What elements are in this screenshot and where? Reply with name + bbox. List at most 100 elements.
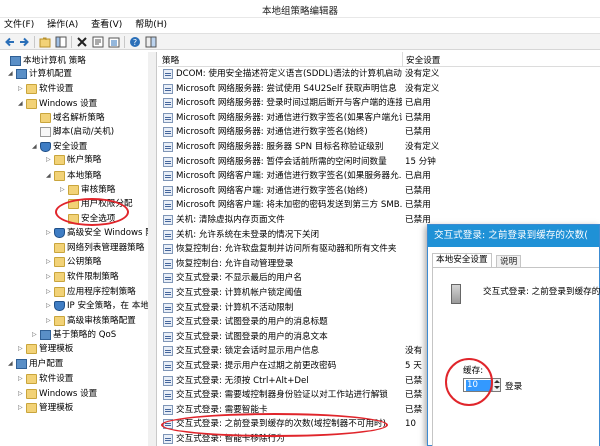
tree-item-label: 公钥策略 <box>67 257 102 267</box>
policy-row[interactable]: DCOM: 使用安全描述符定义语言(SDDL)语法的计算机启动... 没有定义 <box>158 67 600 82</box>
tree-toggle-icon[interactable]: ▷ <box>18 401 26 415</box>
tree-item[interactable]: ◢ 计算机配置 <box>8 67 72 81</box>
policy-row[interactable]: Microsoft 网络服务器: 服务器 SPN 目标名称验证级别 没有定义 <box>158 140 600 155</box>
cache-count-stepper[interactable]: 10 <box>463 378 501 392</box>
menu-view[interactable]: 查看(V) <box>87 18 128 32</box>
computer-icon <box>10 56 21 66</box>
tree-item[interactable]: ◢ 安全设置 <box>32 140 87 154</box>
tree-item[interactable]: ▷ 基于策略的 QoS <box>32 328 116 342</box>
tree-toggle-icon[interactable]: ◢ <box>8 67 16 81</box>
policy-row[interactable]: Microsoft 网络客户端: 将未加密的密码发送到第三方 SMB... 已禁用 <box>158 198 600 213</box>
tree-item[interactable]: ▷ 管理模板 <box>18 401 73 415</box>
tab-local-security-setting[interactable]: 本地安全设置 <box>432 253 492 267</box>
menu-action[interactable]: 操作(A) <box>43 18 84 32</box>
policy-name: Microsoft 网络服务器: 服务器 SPN 目标名称验证级别 <box>176 142 384 152</box>
tree-item[interactable]: 脚本(启动/关机) <box>32 125 114 139</box>
policy-setting-icon <box>163 404 173 415</box>
policy-name: 交互式登录: 无须按 Ctrl+Alt+Del <box>176 375 309 386</box>
tree-toggle-icon[interactable]: ◢ <box>8 357 16 371</box>
folder-icon <box>26 389 37 399</box>
folder-icon <box>40 113 51 123</box>
tree-item[interactable]: ▷ IP 安全策略，在 本地计 <box>46 299 157 313</box>
policy-setting-value: 已禁用 <box>405 200 431 211</box>
tree-item[interactable]: ▷ 公钥策略 <box>46 255 101 269</box>
tree-toggle-icon[interactable]: ▷ <box>18 342 26 356</box>
cache-count-value[interactable]: 10 <box>466 380 494 391</box>
forward-arrow-icon[interactable] <box>18 36 30 48</box>
tree-item[interactable]: ▷ 高级安全 Windows 防 <box>46 226 154 240</box>
policy-setting-icon <box>163 171 173 182</box>
tree-item-label: 高级安全 Windows 防 <box>67 228 154 238</box>
console-pane-icon[interactable] <box>145 36 157 48</box>
policy-setting-icon <box>163 200 173 211</box>
tree-toggle-icon[interactable]: ▷ <box>46 153 54 167</box>
tree-toggle-icon[interactable]: ▷ <box>18 82 26 96</box>
server-icon <box>451 284 461 304</box>
help-icon[interactable]: ? <box>129 36 141 48</box>
tree-item[interactable]: 用户权限分配 <box>60 197 133 211</box>
properties-icon[interactable] <box>92 36 104 48</box>
tree-toggle-icon[interactable]: ◢ <box>18 97 26 111</box>
tree-item[interactable]: ▷ 高级审核策略配置 <box>46 314 136 328</box>
tree-toggle-icon[interactable]: ◢ <box>46 169 54 183</box>
policy-row[interactable]: Microsoft 网络客户端: 对通信进行数字签名(如果服务器允... 已启用 <box>158 169 600 184</box>
tree-item[interactable]: ◢ 本地策略 <box>46 169 101 183</box>
policy-setting-icon <box>163 258 173 269</box>
tree-item[interactable]: ▷ 帐户策略 <box>46 153 101 167</box>
tree-item[interactable]: ◢ Windows 设置 <box>18 97 97 111</box>
tree-item[interactable]: 安全选项 <box>60 212 115 226</box>
policy-setting-icon <box>163 375 173 386</box>
up-folder-icon[interactable] <box>39 36 51 48</box>
tree-toggle-icon[interactable]: ▷ <box>46 285 54 299</box>
policy-setting-icon <box>163 112 173 123</box>
policy-row[interactable]: Microsoft 网络服务器: 尝试使用 S4U2Self 获取声明信息 没有定… <box>158 82 600 97</box>
tree-item[interactable]: 本地计算机 策略 <box>2 54 86 68</box>
tree-toggle-icon[interactable]: ▷ <box>46 270 54 284</box>
tree-item[interactable]: 域名解析策略 <box>32 111 105 125</box>
delete-icon[interactable] <box>76 36 88 48</box>
tree-scrollbar[interactable] <box>148 52 156 446</box>
back-arrow-icon[interactable] <box>4 36 16 48</box>
tree-toggle-icon[interactable]: ▷ <box>46 314 54 328</box>
policy-name: DCOM: 使用安全描述符定义语言(SDDL)语法的计算机启动... <box>176 69 402 79</box>
tree-toggle-icon[interactable]: ▷ <box>46 226 54 240</box>
tree-toggle-icon[interactable]: ▷ <box>46 299 54 313</box>
policy-name: 交互式登录: 试图登录的用户的消息文本 <box>176 331 328 342</box>
tree-toggle-icon[interactable]: ▷ <box>18 372 26 386</box>
policy-row[interactable]: Microsoft 网络服务器: 对通信进行数字签名(始终) 已禁用 <box>158 125 600 140</box>
tree-item[interactable]: ▷ 应用程序控制策略 <box>46 285 136 299</box>
policy-row[interactable]: Microsoft 网络服务器: 登录时间过期后断开与客户端的连接 已启用 <box>158 96 600 111</box>
policy-name: Microsoft 网络服务器: 暂停会话前所需的空闲时间数量 <box>176 156 387 167</box>
policy-row[interactable]: Microsoft 网络服务器: 对通信进行数字签名(如果客户端允许... 已禁用 <box>158 111 600 126</box>
policy-row[interactable]: Microsoft 网络客户端: 对通信进行数字签名(始终) 已禁用 <box>158 184 600 199</box>
tree-item[interactable]: ▷ 软件设置 <box>18 82 73 96</box>
tab-explain[interactable]: 说明 <box>496 255 522 267</box>
menu-help[interactable]: 帮助(H) <box>131 18 173 32</box>
tree-item[interactable]: 网络列表管理器策略 <box>46 241 144 255</box>
tree-toggle-icon[interactable]: ▷ <box>18 387 26 401</box>
tree-item[interactable]: ▷ Windows 设置 <box>18 387 97 401</box>
show-hide-tree-icon[interactable] <box>55 36 67 48</box>
menu-file[interactable]: 文件(F) <box>0 18 40 32</box>
shield-icon <box>54 228 65 238</box>
policy-setting-icon <box>163 127 173 138</box>
tree-toggle-icon[interactable]: ▷ <box>46 255 54 269</box>
stepper-arrows-icon[interactable] <box>492 379 500 391</box>
folder-icon <box>54 243 65 253</box>
policy-setting-value: 已禁 <box>405 404 423 415</box>
column-setting[interactable]: 安全设置 <box>406 54 440 66</box>
tree-item[interactable]: ▷ 软件限制策略 <box>46 270 119 284</box>
tree-item[interactable]: ◢ 用户配置 <box>8 357 63 371</box>
tree-toggle-icon[interactable]: ◢ <box>32 140 40 154</box>
policy-name: Microsoft 网络服务器: 对通信进行数字签名(始终) <box>176 127 368 138</box>
column-policy[interactable]: 策略 <box>162 54 179 66</box>
export-list-icon[interactable] <box>108 36 120 48</box>
tree-item[interactable]: ▷ 软件设置 <box>18 372 73 386</box>
tree-item[interactable]: ▷ 管理模板 <box>18 342 73 356</box>
tree-toggle-icon[interactable]: ▷ <box>60 183 68 197</box>
tree-toggle-icon[interactable]: ▷ <box>32 328 40 342</box>
policy-row[interactable]: Microsoft 网络服务器: 暂停会话前所需的空闲时间数量 15 分钟 <box>158 155 600 170</box>
policy-name: 交互式登录: 计算机不活动限制 <box>176 302 294 313</box>
tree-item-label: IP 安全策略，在 本地计 <box>67 301 157 311</box>
tree-item[interactable]: ▷ 审核策略 <box>60 183 115 197</box>
